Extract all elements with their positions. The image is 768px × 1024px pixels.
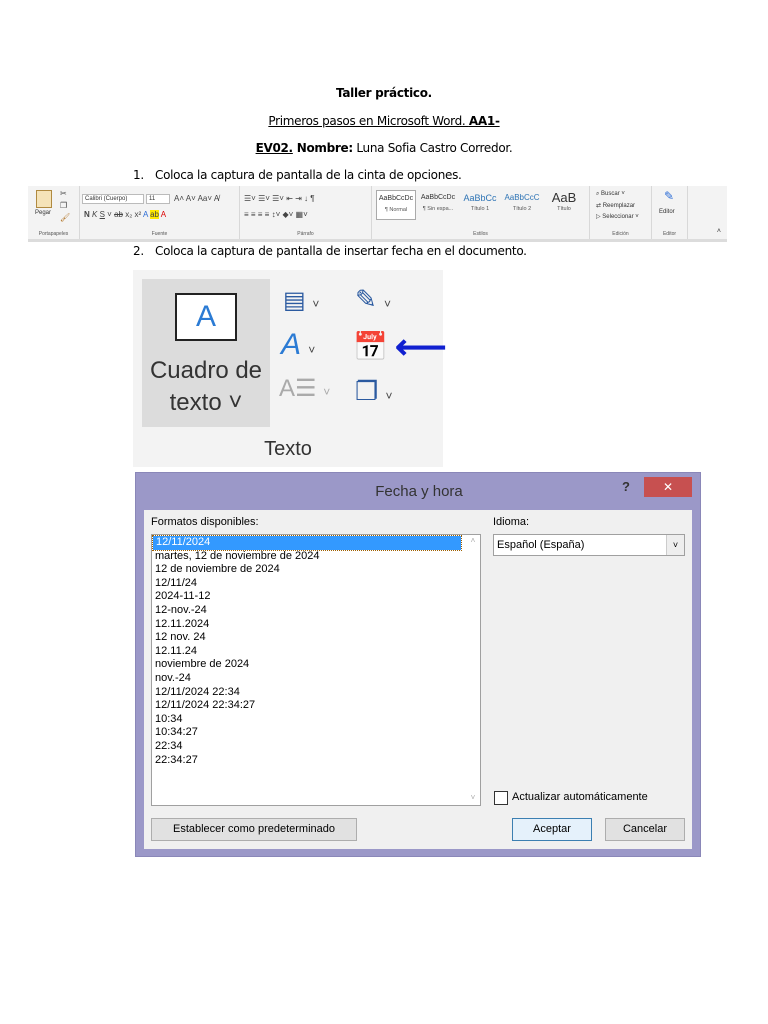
date-time-dialog: Fecha y hora ? ✕ Formatos disponibles: 1… [135, 472, 701, 857]
find-button[interactable]: ⌕ Buscar ˅ [596, 191, 625, 198]
format-option[interactable]: 10:34:27 [152, 726, 480, 740]
formats-listbox[interactable]: 12/11/2024 martes, 12 de noviembre de 202… [151, 534, 481, 806]
list-icons[interactable]: ☰˅ ☰˅ ☰˅ ⇤ ⇥ ↓ ¶ [244, 194, 315, 203]
text-box-label: Cuadro de [149, 357, 263, 384]
format-option[interactable]: 12-nov.-24 [152, 604, 480, 618]
list-text: Coloca la captura de pantalla de inserta… [155, 244, 527, 258]
format-option[interactable]: 12 de noviembre de 2024 [152, 563, 480, 577]
group-label: Editor [662, 231, 677, 237]
style-heading-2[interactable]: AaBbCcC Título 2 [502, 190, 542, 220]
group-label: Texto [264, 438, 312, 460]
format-option[interactable]: nov.-24 [152, 672, 480, 686]
clipboard-group: Pegar ✂ ❐ 🖌 Portapapeles [28, 186, 80, 239]
dialog-title: Fecha y hora [375, 483, 463, 500]
student-line: EV02. Nombre: Luna Sofia Castro Corredor… [0, 141, 768, 155]
group-label: Edición [612, 231, 629, 237]
group-label: Párrafo [297, 231, 314, 237]
set-default-button[interactable]: Establecer como predeterminado [151, 818, 357, 841]
font-group: Calibri (Cuerpo) 11 A˄ A˅ Aa˅ A̸ N K S ˅… [80, 186, 240, 239]
replace-button[interactable]: ⇄ Reemplazar [596, 202, 635, 209]
copy-icon[interactable]: ❐ [60, 201, 67, 210]
language-label: Idioma: [493, 516, 530, 528]
text-box-label-2: texto ˅ [169, 389, 243, 416]
list-number: 1. [133, 168, 144, 182]
style-title[interactable]: AaB Título [544, 190, 584, 220]
style-heading-1[interactable]: AaBbCc Título 1 [460, 190, 500, 220]
format-painter-icon[interactable]: 🖌 [60, 213, 70, 222]
format-option[interactable]: 12/11/24 [152, 577, 480, 591]
font-name-select[interactable]: Calibri (Cuerpo) [82, 194, 144, 204]
wordart-icon[interactable]: A ˅ [281, 328, 315, 362]
signature-line-icon[interactable]: ✎ ˅ [355, 284, 391, 315]
paragraph-group: ☰˅ ☰˅ ☰˅ ⇤ ⇥ ↓ ¶ ≡ ≡ ≡ ≡ ↕˅ ◆˅ ▦˅ Párraf… [240, 186, 372, 239]
auto-update-label: Actualizar automáticamente [512, 791, 648, 803]
close-button[interactable]: ✕ [644, 477, 692, 497]
cut-icon[interactable]: ✂ [60, 189, 67, 198]
format-option[interactable]: 12.11.2024 [152, 618, 480, 632]
format-icons[interactable]: N K S ˅ ab x₂ x² A ab A [84, 210, 166, 219]
formats-label: Formatos disponibles: [151, 516, 259, 528]
drop-cap-icon[interactable]: A☰ ˅ [279, 374, 330, 403]
format-option[interactable]: 12/11/2024 22:34 [152, 686, 480, 700]
editor-button[interactable]: Editor [659, 209, 675, 215]
list-text: Coloca la captura de pantalla de la cint… [155, 168, 462, 182]
font-size-select[interactable]: 11 [146, 194, 170, 204]
format-option[interactable]: 22:34:27 [152, 754, 480, 768]
ribbon-screenshot: Pegar ✂ ❐ 🖌 Portapapeles Calibri (Cuerpo… [28, 186, 727, 242]
format-option[interactable]: 2024-11-12 [152, 590, 480, 604]
document-title: Taller práctico. [336, 86, 432, 100]
format-option[interactable]: 12 nov. 24 [152, 631, 480, 645]
text-group-screenshot: A Cuadro de texto ˅ ▤ ˅ A ˅ A☰ ˅ ✎ ˅ 📅 ⟵… [133, 270, 447, 467]
group-label: Portapapeles [38, 231, 69, 237]
chevron-down-icon[interactable]: ˅ [666, 535, 684, 555]
group-label: Fuente [151, 231, 168, 237]
arrow-annotation-icon: ⟵ [395, 326, 447, 367]
document-subtitle: Primeros pasos en Microsoft Word. AA1- [0, 114, 768, 128]
name-label: Nombre: [292, 141, 353, 155]
list-number: 2. [133, 244, 144, 258]
style-no-spacing[interactable]: AaBbCcDc ¶ Sin espa... [418, 190, 458, 220]
language-select[interactable]: Español (España) ˅ [493, 534, 685, 556]
text-box-button[interactable]: A Cuadro de texto ˅ [142, 279, 270, 427]
subtitle-text: Primeros pasos en Microsoft Word. [268, 114, 469, 128]
align-icons[interactable]: ≡ ≡ ≡ ≡ ↕˅ ◆˅ ▦˅ [244, 210, 308, 219]
styles-group: AaBbCcDc ¶ Normal AaBbCcDc ¶ Sin espa... A… [372, 186, 590, 239]
text-box-icon: A [175, 293, 237, 341]
code-suffix: EV02. [255, 141, 294, 155]
list-item-1: 1. Coloca la captura de pantalla de la ci… [133, 168, 462, 182]
font-size-icons[interactable]: A˄ A˅ Aa˅ A̸ [174, 194, 219, 203]
select-button[interactable]: ▷ Seleccionar ˅ [596, 213, 639, 220]
auto-update-checkbox[interactable] [494, 791, 508, 805]
format-option[interactable]: 12/11/2024 [152, 535, 462, 551]
help-button[interactable]: ? [622, 479, 630, 494]
paste-label: Pegar [35, 210, 52, 216]
editing-group: ⌕ Buscar ˅ ⇄ Reemplazar ▷ Seleccionar ˅ … [590, 186, 652, 239]
subtitle-code: AA1- [468, 114, 500, 128]
format-option[interactable]: martes, 12 de noviembre de 2024 [152, 550, 480, 564]
quick-parts-icon[interactable]: ▤ ˅ [283, 286, 319, 315]
object-icon[interactable]: ❐ ˅ [355, 376, 393, 407]
format-option[interactable]: 22:34 [152, 740, 480, 754]
ok-button[interactable]: Aceptar [512, 818, 592, 841]
editor-icon[interactable]: ✎ [664, 189, 674, 203]
collapse-ribbon-icon[interactable]: ˄ [717, 228, 721, 235]
paste-icon[interactable] [36, 190, 52, 208]
date-time-icon[interactable]: 📅 [353, 330, 388, 363]
group-label: Estilos [473, 231, 488, 237]
format-option[interactable]: 10:34 [152, 713, 480, 727]
style-normal[interactable]: AaBbCcDc ¶ Normal [376, 190, 416, 220]
student-name: Luna Sofia Castro Corredor. [352, 141, 513, 155]
format-option[interactable]: noviembre de 2024 [152, 658, 480, 672]
listbox-scrollbar[interactable]: ˄ ˅ [466, 536, 480, 804]
list-item-2: 2. Coloca la captura de pantalla de inser… [133, 244, 527, 258]
cancel-button[interactable]: Cancelar [605, 818, 685, 841]
editor-group: ✎ Editor Editor [652, 186, 688, 239]
format-option[interactable]: 12/11/2024 22:34:27 [152, 699, 480, 713]
format-option[interactable]: 12.11.24 [152, 645, 480, 659]
